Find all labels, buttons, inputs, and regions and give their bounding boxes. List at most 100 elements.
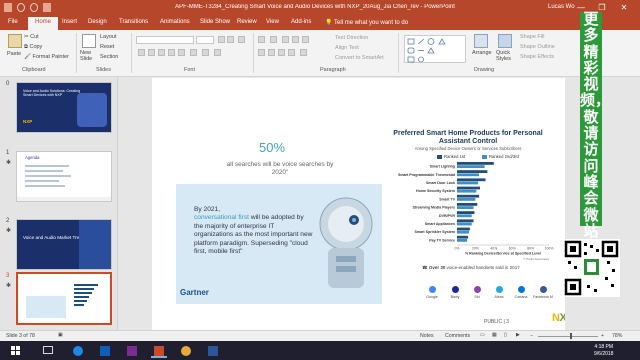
taskbar-outlook[interactable] <box>97 343 113 358</box>
copy-button[interactable]: ⧉ Copy <box>24 44 42 51</box>
thumbnail-bullets <box>25 165 75 191</box>
bar-ranked-2nd-3rd <box>457 198 476 201</box>
paste-icon[interactable] <box>8 34 22 48</box>
align-right-icon[interactable] <box>278 49 285 56</box>
tab-view[interactable]: View <box>266 19 279 25</box>
comments-button[interactable]: Comments <box>445 333 470 339</box>
justify-icon[interactable] <box>288 49 295 56</box>
reset-button[interactable]: Reset <box>100 44 114 50</box>
zoom-out-icon[interactable]: − <box>530 333 533 339</box>
normal-view-icon[interactable]: ▭ <box>480 332 485 338</box>
character-spacing-icon[interactable] <box>190 49 197 56</box>
align-center-icon[interactable] <box>268 49 275 56</box>
decrease-font-icon[interactable] <box>227 36 234 43</box>
arrange-button[interactable]: Arrange <box>472 50 492 56</box>
taskbar-chrome[interactable] <box>178 343 194 358</box>
category-label: Smart Programmable Thermostat <box>398 173 456 177</box>
decrease-indent-icon[interactable] <box>282 36 289 43</box>
category-label: Streaming Media Players <box>412 206 455 210</box>
slide-thumbnail-2[interactable]: Voice and Audio Market Trends <box>16 219 112 270</box>
slide-thumbnail-0[interactable]: Voice and Audio Solutions: Creating Smar… <box>16 82 112 133</box>
assistant-bixby: Bixby <box>444 286 466 299</box>
quick-styles-icon[interactable] <box>498 34 512 48</box>
slide-thumbnail-1[interactable]: Agenda <box>16 151 112 202</box>
tab-transitions[interactable]: Transitions <box>119 19 148 25</box>
close-button[interactable]: ✕ <box>618 2 630 13</box>
shapes-gallery[interactable] <box>404 35 466 63</box>
undo-icon[interactable] <box>17 3 25 12</box>
shape-fill-button[interactable]: Shape Fill <box>520 34 544 40</box>
section-button[interactable]: Section <box>100 54 118 60</box>
taskbar-edge[interactable] <box>70 343 86 358</box>
shadow-icon[interactable] <box>178 49 185 56</box>
thumbnail-image <box>79 220 111 269</box>
tab-file[interactable]: File <box>8 19 18 25</box>
cut-button[interactable]: ✂ Cut <box>24 34 39 40</box>
x-tick-label: 80% <box>527 247 534 251</box>
increase-font-icon[interactable] <box>218 36 225 43</box>
convert-to-smartart-button[interactable]: Convert to SmartArt <box>335 55 384 61</box>
reading-view-icon[interactable]: ▯ <box>504 332 507 338</box>
spelling-icon[interactable]: ▣ <box>58 332 63 338</box>
bold-icon[interactable] <box>138 49 145 56</box>
zoom-slider[interactable] <box>538 336 598 337</box>
font-color-icon[interactable] <box>214 49 221 56</box>
font-family-dropdown[interactable] <box>136 36 194 44</box>
start-from-beginning-icon[interactable] <box>43 3 51 12</box>
strikethrough-icon[interactable] <box>168 49 175 56</box>
change-case-icon[interactable] <box>202 49 209 56</box>
columns-icon[interactable] <box>300 49 307 56</box>
user-name[interactable]: Lucas Wo <box>548 4 575 10</box>
system-clock[interactable]: 4:18 PM 9/6/2018 <box>594 344 613 357</box>
tab-review[interactable]: Review <box>237 19 257 25</box>
line-spacing-icon[interactable] <box>302 36 309 43</box>
tab-slide-show[interactable]: Slide Show <box>200 19 230 25</box>
zoom-in-icon[interactable]: + <box>601 333 604 339</box>
new-slide-icon[interactable] <box>82 34 96 48</box>
slide-show-icon[interactable]: ▶ <box>516 332 520 338</box>
slides-group-label: Slides <box>96 67 111 73</box>
tab-add-ins[interactable]: Add-ins <box>291 19 311 25</box>
paintbrush-icon: 🖌 <box>24 54 33 60</box>
zoom-level[interactable]: 78% <box>612 333 622 339</box>
taskbar-powerpoint[interactable] <box>151 343 167 358</box>
new-slide-button[interactable]: New Slide <box>80 50 100 62</box>
text-direction-button[interactable]: Text Direction <box>335 35 368 41</box>
tab-home[interactable]: Home <box>28 17 59 30</box>
paste-button[interactable]: Paste <box>7 51 21 57</box>
italic-icon[interactable] <box>148 49 155 56</box>
bullets-icon[interactable] <box>258 36 265 43</box>
bar-ranked-2nd-3rd <box>457 173 480 177</box>
task-view-button[interactable] <box>40 343 56 358</box>
category-label: Smart Lighting <box>430 165 455 169</box>
clear-formatting-icon[interactable] <box>238 36 245 43</box>
notes-button[interactable]: Notes <box>420 333 434 339</box>
start-button[interactable] <box>8 343 24 358</box>
taskbar-onenote[interactable] <box>124 343 140 358</box>
redo-icon[interactable] <box>30 3 38 12</box>
align-text-button[interactable]: Align Text <box>335 45 359 51</box>
slide-sorter-icon[interactable]: ▦ <box>492 332 497 338</box>
layout-button[interactable]: Layout <box>100 34 117 40</box>
slide-thumbnail-3[interactable] <box>16 272 112 325</box>
tab-animations[interactable]: Animations <box>160 19 190 25</box>
thumbnail-logo: NXP <box>23 119 33 124</box>
font-size-dropdown[interactable] <box>196 36 214 44</box>
shape-effects-button[interactable]: Shape Effects <box>520 54 554 60</box>
quick-styles-button[interactable]: Quick Styles <box>496 50 516 62</box>
save-icon[interactable] <box>4 3 12 12</box>
numbering-icon[interactable] <box>270 36 277 43</box>
shape-outline-button[interactable]: Shape Outline <box>520 44 555 50</box>
zoom-slider-thumb[interactable] <box>570 333 572 339</box>
underline-icon[interactable] <box>158 49 165 56</box>
current-slide[interactable]: 50% all searches will be voice searches … <box>152 78 565 331</box>
arrange-icon[interactable] <box>474 34 488 48</box>
taskbar-word[interactable] <box>205 343 221 358</box>
nxp-logo: NXP <box>552 312 565 324</box>
tell-me-search[interactable]: 💡 Tell me what you want to do <box>325 19 408 26</box>
tab-insert[interactable]: Insert <box>62 19 77 25</box>
align-left-icon[interactable] <box>258 49 265 56</box>
format-painter-button[interactable]: 🖌 Format Painter <box>24 54 69 60</box>
increase-indent-icon[interactable] <box>292 36 299 43</box>
tab-design[interactable]: Design <box>88 19 107 25</box>
